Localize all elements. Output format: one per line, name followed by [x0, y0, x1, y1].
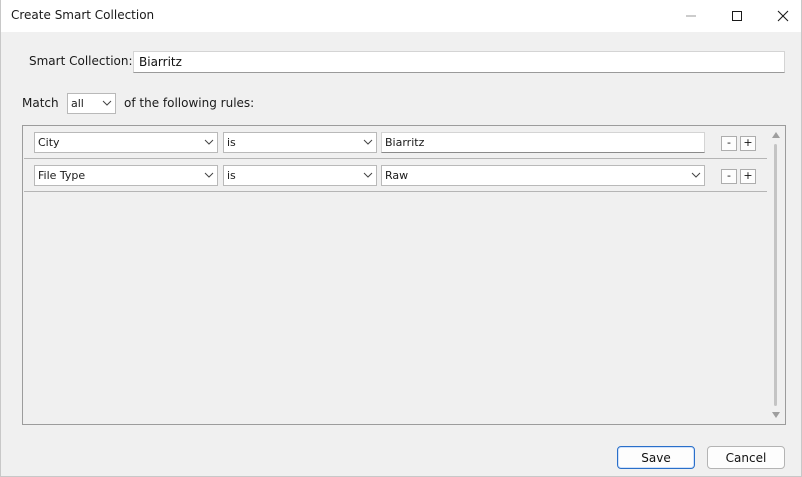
- rule-attribute-value: File Type: [38, 169, 86, 182]
- rule-operator-select[interactable]: is: [223, 132, 377, 153]
- close-button[interactable]: [760, 0, 802, 31]
- maximize-icon: [732, 10, 742, 21]
- rules-scrollbar[interactable]: [768, 126, 785, 424]
- cancel-button[interactable]: Cancel: [707, 446, 785, 469]
- rule-attribute-select[interactable]: File Type: [34, 165, 218, 186]
- add-rule-button[interactable]: +: [740, 136, 756, 151]
- match-suffix-label: of the following rules:: [124, 96, 255, 110]
- scroll-up-arrow-icon[interactable]: [772, 132, 780, 138]
- save-button[interactable]: Save: [617, 446, 695, 469]
- add-rule-button[interactable]: +: [740, 169, 756, 184]
- chevron-down-icon: [363, 139, 373, 145]
- chevron-down-icon: [691, 172, 701, 178]
- match-mode-value: all: [71, 97, 84, 110]
- smart-collection-dialog: Create Smart Collection Smart Collection…: [0, 0, 802, 477]
- window-title: Create Smart Collection: [11, 8, 155, 22]
- chevron-down-icon: [363, 172, 373, 178]
- chevron-down-icon: [204, 172, 214, 178]
- rule-row: File Type is Raw - +: [24, 159, 767, 192]
- smart-collection-label: Smart Collection:: [29, 54, 133, 68]
- rule-value-text: Biarritz: [385, 136, 425, 149]
- minimize-icon: [686, 15, 696, 16]
- rule-operator-value: is: [227, 136, 236, 149]
- match-mode-select[interactable]: all: [67, 93, 116, 114]
- remove-rule-button[interactable]: -: [721, 136, 737, 151]
- chevron-down-icon: [204, 139, 214, 145]
- rule-attribute-value: City: [38, 136, 60, 149]
- maximize-button[interactable]: [714, 0, 760, 31]
- rules-panel: City is Biarritz - + File Type is Raw - …: [22, 125, 786, 425]
- smart-collection-name-input[interactable]: [133, 51, 785, 73]
- rule-operator-select[interactable]: is: [223, 165, 377, 186]
- rule-operator-value: is: [227, 169, 236, 182]
- remove-rule-button[interactable]: -: [721, 169, 737, 184]
- rule-value-select[interactable]: Raw: [381, 165, 705, 186]
- rule-attribute-select[interactable]: City: [34, 132, 218, 153]
- rule-row: City is Biarritz - +: [24, 126, 767, 159]
- title-bar: Create Smart Collection: [1, 0, 801, 32]
- rule-value-input[interactable]: Biarritz: [381, 132, 705, 153]
- scroll-down-arrow-icon[interactable]: [772, 412, 780, 418]
- minimize-button[interactable]: [668, 0, 714, 31]
- rule-value-text: Raw: [385, 169, 409, 182]
- close-icon: [777, 10, 789, 21]
- scroll-track[interactable]: [774, 144, 777, 406]
- match-label: Match: [22, 96, 59, 110]
- chevron-down-icon: [102, 100, 112, 106]
